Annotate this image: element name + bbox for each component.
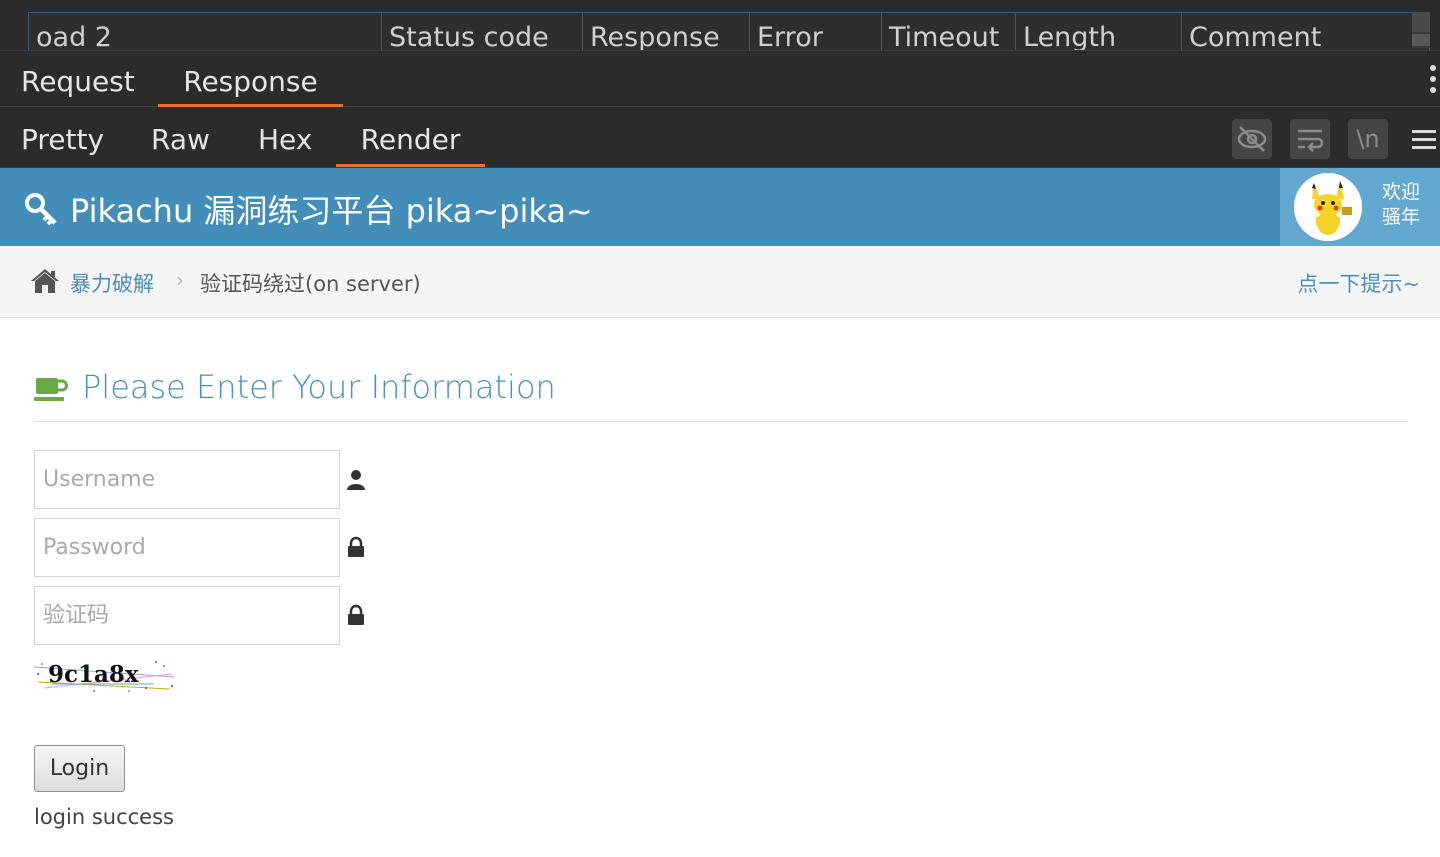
tab-hex[interactable]: Hex: [258, 107, 312, 167]
view-tabs: Pretty Raw Hex Render \n: [0, 107, 1440, 168]
home-icon[interactable]: [30, 268, 60, 294]
tab-render[interactable]: Render: [336, 107, 485, 167]
user-icon: [347, 470, 365, 490]
breadcrumb-separator: ›: [176, 268, 184, 292]
captcha-image[interactable]: 9c1a8x: [34, 658, 176, 694]
breadcrumb-current: 验证码绕过(on server): [200, 272, 421, 296]
form-title: Please Enter Your Information: [82, 368, 556, 406]
column-header-error[interactable]: Error: [749, 13, 881, 50]
avatar: [1294, 173, 1362, 241]
hint-link[interactable]: 点一下提示~: [1297, 268, 1420, 298]
hide-eye-icon[interactable]: [1232, 119, 1272, 159]
newline-icon[interactable]: \n: [1348, 119, 1388, 159]
tab-pretty[interactable]: Pretty: [21, 107, 104, 167]
menu-icon[interactable]: [1412, 130, 1436, 150]
pikachu-avatar-icon: [1294, 173, 1362, 241]
column-header-comment[interactable]: Comment: [1181, 13, 1429, 50]
results-table-strip: oad 2 Status code Response Error Timeout…: [0, 0, 1440, 50]
lock-icon: [348, 604, 364, 625]
tab-response[interactable]: Response: [158, 51, 343, 107]
column-header-length[interactable]: Length: [1015, 13, 1181, 50]
coffee-icon: [34, 378, 68, 401]
column-header-response[interactable]: Response: [582, 13, 749, 50]
site-brand[interactable]: Pikachu 漏洞练习平台 pika~pika~: [24, 186, 593, 232]
captcha-text: 9c1a8x: [48, 661, 139, 688]
column-header-payload[interactable]: oad 2: [29, 13, 381, 50]
site-navbar: Pikachu 漏洞练习平台 pika~pika~ 欢迎骚年: [0, 168, 1440, 246]
breadcrumb: 暴力破解 › 验证码绕过(on server) 点一下提示~: [0, 246, 1440, 318]
tab-request[interactable]: Request: [21, 51, 135, 107]
column-header-timeout[interactable]: Timeout: [881, 13, 1015, 50]
breadcrumb-parent[interactable]: 暴力破解: [70, 268, 154, 298]
brand-text: Pikachu 漏洞练习平台 pika~pika~: [70, 192, 593, 230]
form-header: Please Enter Your Information: [34, 368, 1408, 422]
wrap-lines-icon[interactable]: [1290, 119, 1330, 159]
more-options-icon[interactable]: [1428, 65, 1438, 95]
password-input[interactable]: [34, 518, 340, 577]
results-table-header: oad 2 Status code Response Error Timeout…: [28, 12, 1430, 50]
table-scrollbar[interactable]: [1412, 12, 1430, 48]
username-input[interactable]: [34, 450, 340, 509]
message-tabs: Request Response: [0, 50, 1440, 107]
captcha-input[interactable]: [34, 586, 340, 645]
column-header-status-code[interactable]: Status code: [381, 13, 582, 50]
lock-icon: [348, 536, 364, 557]
welcome-text: 欢迎骚年: [1382, 181, 1421, 228]
tab-raw[interactable]: Raw: [151, 107, 210, 167]
login-result: login success: [34, 805, 174, 829]
key-icon: [25, 193, 57, 226]
newline-label: \n: [1356, 125, 1380, 153]
user-menu[interactable]: 欢迎骚年: [1280, 168, 1440, 246]
login-button[interactable]: Login: [34, 745, 125, 792]
